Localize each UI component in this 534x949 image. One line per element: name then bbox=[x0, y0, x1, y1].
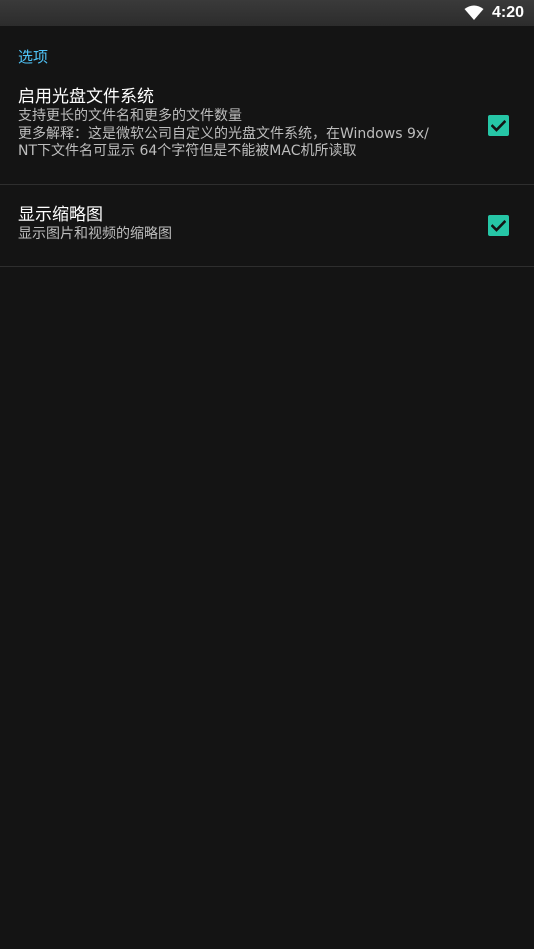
wifi-icon bbox=[464, 5, 484, 21]
category-title-options: 选项 bbox=[18, 48, 49, 66]
status-clock: 4:20 bbox=[491, 4, 524, 21]
pref-summary: 显示图片和视频的缩略图 bbox=[18, 226, 172, 242]
check-icon bbox=[491, 119, 506, 132]
pref-summary: 支持更长的文件名和更多的文件数量 更多解释：这是微软公司自定义的光盘文件系统，在… bbox=[18, 108, 429, 159]
status-bar: 4:20 bbox=[0, 0, 534, 26]
pref-item-thumbnails[interactable]: 显示缩略图 显示图片和视频的缩略图 bbox=[0, 204, 534, 244]
divider bbox=[0, 266, 534, 267]
check-icon bbox=[491, 219, 506, 232]
divider bbox=[0, 184, 534, 185]
pref-title: 启用光盘文件系统 bbox=[18, 87, 154, 107]
pref-title: 显示缩略图 bbox=[18, 205, 103, 225]
thumbnails-checkbox[interactable] bbox=[488, 215, 509, 236]
pref-item-joliet[interactable]: 启用光盘文件系统 支持更长的文件名和更多的文件数量 更多解释：这是微软公司自定义… bbox=[0, 86, 534, 161]
joliet-checkbox[interactable] bbox=[488, 115, 509, 136]
